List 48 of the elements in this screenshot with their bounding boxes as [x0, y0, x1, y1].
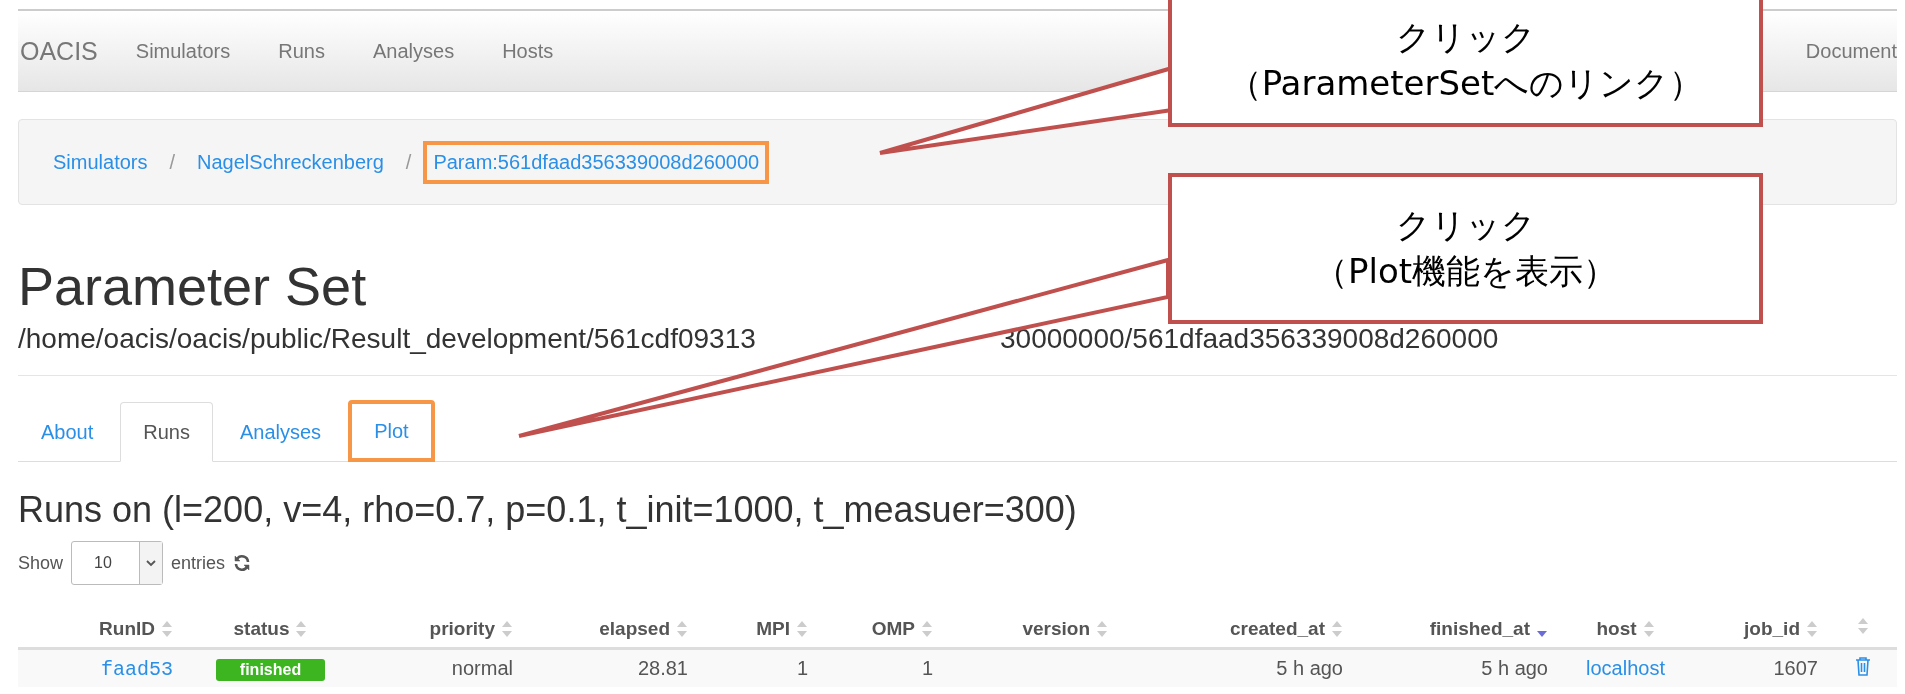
entries-select[interactable]: 10	[71, 541, 164, 586]
nav-link[interactable]: Document	[1781, 39, 1897, 63]
nav-link[interactable]: Simulators	[111, 39, 255, 63]
trash-icon[interactable]	[1854, 656, 1871, 677]
tab[interactable]: About	[18, 402, 117, 463]
tab[interactable]: Analyses	[216, 402, 345, 463]
entries-label: entries	[171, 552, 226, 574]
breadcrumb-link[interactable]: NagelSchreckenberg	[187, 140, 394, 184]
table-cell: 1607	[1773, 657, 1818, 680]
table-cell: 1	[921, 657, 933, 680]
breadcrumb-separator: /	[404, 150, 413, 174]
table-cell: 28.81	[637, 657, 688, 680]
table-cell: 1	[796, 657, 808, 680]
tab[interactable]: Runs	[120, 402, 213, 463]
path-text: 30000000/561dfaad356339008d260000	[1000, 323, 1499, 356]
column-header[interactable]: job_id	[1744, 617, 1800, 640]
nav-link[interactable]: Runs	[254, 39, 349, 63]
column-header[interactable]: elapsed	[599, 617, 670, 640]
column-header[interactable]: status	[233, 617, 290, 640]
breadcrumb-link[interactable]: Param:561dfaad356339008d260000	[423, 140, 770, 184]
callout-text: （Plot機能を表示）	[1313, 249, 1618, 293]
breadcrumb-link[interactable]: Simulators	[43, 140, 158, 184]
column-header[interactable]: version	[1022, 617, 1090, 640]
brand-link[interactable]: OACIS	[18, 36, 112, 66]
column-header[interactable]: created_at	[1229, 617, 1325, 640]
caret-icon	[146, 559, 157, 568]
table-cell: normal	[451, 657, 513, 680]
page-title: Parameter Set	[18, 255, 367, 318]
callout-text: クリック	[1395, 15, 1536, 59]
column-header[interactable]: OMP	[871, 617, 915, 640]
callout-text: クリック	[1395, 203, 1536, 247]
tab[interactable]: Plot	[348, 400, 435, 463]
column-header[interactable]: priority	[429, 617, 495, 640]
breadcrumb-separator: /	[168, 150, 177, 174]
show-label: Show	[18, 552, 64, 574]
status-badge: finished	[215, 658, 326, 681]
column-header[interactable]: MPI	[756, 617, 790, 640]
section-title: Runs on (l=200, v=4, rho=0.7, p=0.1, t_init=1000, t_measuer=300)	[18, 489, 1077, 532]
nav-link[interactable]: Analyses	[349, 39, 479, 63]
callout-text: （ParameterSetへのリンク）	[1227, 61, 1704, 105]
table-cell: 5 h ago	[1481, 657, 1548, 680]
column-header[interactable]: finished_at	[1429, 617, 1530, 640]
refresh-icon[interactable]	[233, 554, 252, 573]
path-text: /home/oacis/oacis/public/Result_development/561cdf09313	[18, 323, 756, 356]
column-header[interactable]: host	[1596, 617, 1637, 640]
column-header[interactable]: RunID	[99, 617, 155, 640]
table-cell: 5 h ago	[1276, 657, 1343, 680]
nav-link[interactable]: Hosts	[478, 39, 578, 63]
